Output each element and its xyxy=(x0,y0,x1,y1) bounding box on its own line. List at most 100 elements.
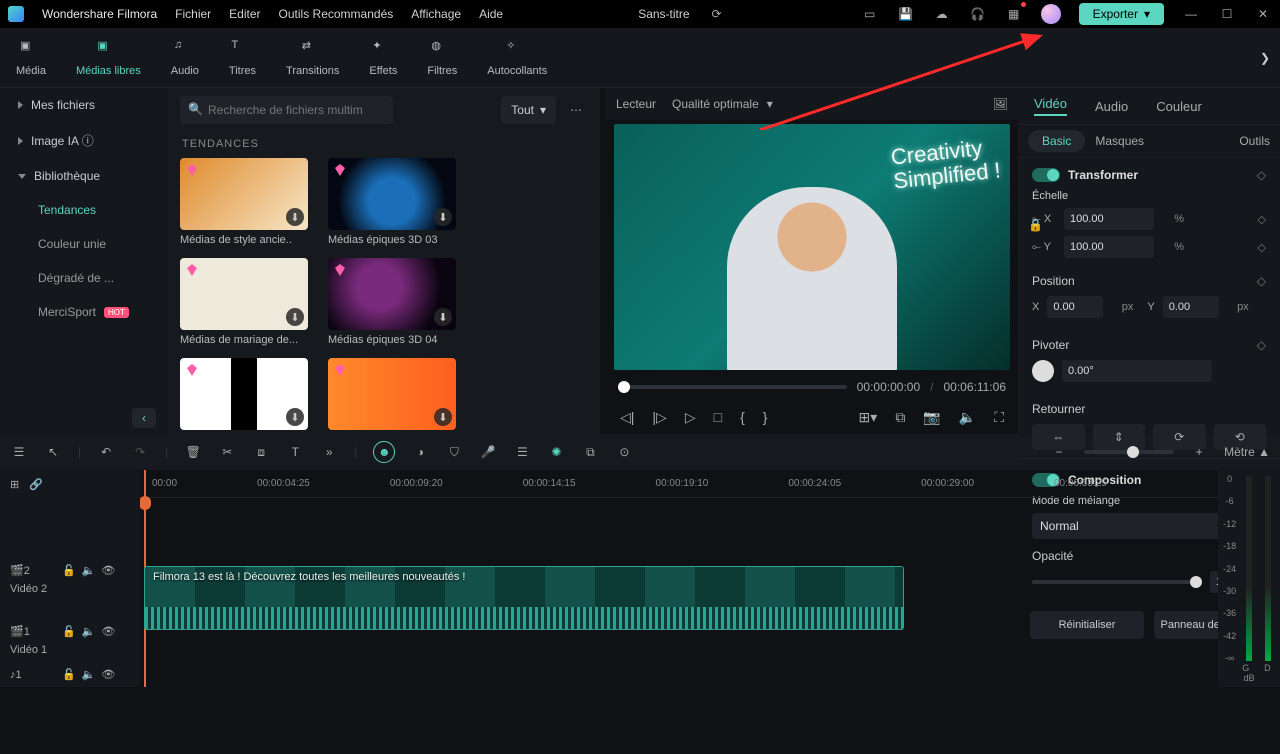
prev-clip-icon[interactable]: ◁| xyxy=(620,409,634,426)
nav-degrade[interactable]: Dégradé de ... xyxy=(0,261,168,295)
zoom-in-icon[interactable]: + xyxy=(1190,443,1208,461)
more-options-icon[interactable]: ⋯ xyxy=(564,98,588,122)
inspector-tab-audio[interactable]: Audio xyxy=(1095,99,1128,114)
apps-icon[interactable]: ▦ xyxy=(1005,5,1023,23)
layout-icon[interactable]: ⊞▾ xyxy=(859,409,878,426)
collapse-sidebar-button[interactable]: ‹ xyxy=(132,408,156,428)
mark-out-icon[interactable]: } xyxy=(763,409,768,425)
cut-icon[interactable]: ✂ xyxy=(218,443,236,461)
keyframe-icon[interactable]: ◇ xyxy=(1257,168,1266,182)
compare-icon[interactable]: ⧉ xyxy=(895,409,905,426)
headphones-icon[interactable]: 🎧 xyxy=(969,5,987,23)
save-icon[interactable]: 💾 xyxy=(897,5,915,23)
flip-vertical-button[interactable]: ⇕ xyxy=(1093,424,1146,450)
undo-icon[interactable]: ↶ xyxy=(97,443,115,461)
mark-in-icon[interactable]: { xyxy=(740,409,745,425)
download-icon[interactable]: ⬇ xyxy=(434,408,452,426)
tab-filtres[interactable]: ◍Filtres xyxy=(421,35,463,81)
keyframe-icon[interactable]: ◇ xyxy=(1258,213,1266,226)
snapshot-icon[interactable]: 📷 xyxy=(923,409,940,426)
avatar[interactable] xyxy=(1041,4,1061,24)
lock-icon[interactable]: 🔓 xyxy=(62,668,76,681)
fullscreen-icon[interactable]: ⛶ xyxy=(994,409,1004,426)
track-v2-icon[interactable]: 🎬2 xyxy=(10,564,56,577)
keyframe-icon[interactable]: ◇ xyxy=(1257,274,1266,288)
media-thumb[interactable]: ⬇Médias de mariage de... xyxy=(180,258,308,346)
media-thumb[interactable]: ⬇ xyxy=(328,358,456,434)
media-thumb[interactable]: ⬇Médias épiques 3D 03 xyxy=(328,158,456,246)
tab-audio[interactable]: ♫Audio xyxy=(165,35,205,81)
menu-outils[interactable]: Outils Recommandés xyxy=(279,7,394,21)
tab-medias-libres[interactable]: ▣Médias libres xyxy=(70,35,147,81)
more-tools-icon[interactable]: » xyxy=(320,443,338,461)
add-track-icon[interactable]: ⊞ xyxy=(10,478,19,491)
bug-icon[interactable]: ✺ xyxy=(547,443,565,461)
crop-icon[interactable]: ⧈ xyxy=(252,443,270,461)
search-input[interactable] xyxy=(180,96,393,124)
scale-y-input[interactable] xyxy=(1064,236,1154,258)
eye-icon[interactable]: 👁 xyxy=(101,564,115,577)
meter-toggle[interactable]: Mètre ▲ xyxy=(1224,445,1270,459)
media-thumb[interactable]: ⬇ xyxy=(180,358,308,434)
inspector-tab-couleur[interactable]: Couleur xyxy=(1156,99,1202,114)
play-icon[interactable]: ▷ xyxy=(685,409,696,426)
nav-couleur-unie[interactable]: Couleur unie xyxy=(0,227,168,261)
menu-affichage[interactable]: Affichage xyxy=(411,7,461,21)
screen-icon[interactable]: ▭ xyxy=(861,5,879,23)
transform-toggle[interactable] xyxy=(1032,168,1060,182)
stop-icon[interactable]: □ xyxy=(714,409,722,425)
tab-media[interactable]: ▣Média xyxy=(10,35,52,81)
download-icon[interactable]: ⬇ xyxy=(434,308,452,326)
lock-icon[interactable]: 🔓 xyxy=(62,625,76,638)
document-title[interactable]: Sans-titre xyxy=(638,7,689,21)
shield-icon[interactable]: ⛉ xyxy=(445,443,463,461)
text-icon[interactable]: T xyxy=(286,443,304,461)
options-icon[interactable]: ☰ xyxy=(10,443,28,461)
eye-icon[interactable]: 👁 xyxy=(101,625,115,638)
nav-mes-fichiers[interactable]: Mes fichiers xyxy=(0,88,168,122)
mute-icon[interactable]: 🔈 xyxy=(82,668,96,681)
export-button[interactable]: Exporter▾ xyxy=(1079,3,1164,25)
zoom-out-icon[interactable]: − xyxy=(1050,443,1068,461)
track-v1-icon[interactable]: 🎬1 xyxy=(10,625,56,638)
mic-icon[interactable]: 🎤 xyxy=(479,443,497,461)
menu-editer[interactable]: Editer xyxy=(229,7,260,21)
inspector-tab-video[interactable]: Vidéo xyxy=(1034,96,1067,116)
delete-icon[interactable]: 🗑 xyxy=(184,443,202,461)
mute-icon[interactable]: 🔈 xyxy=(82,625,96,638)
timeline-clip[interactable]: Filmora 13 est là ! Découvrez toutes les… xyxy=(144,566,904,630)
seek-bar[interactable] xyxy=(618,385,847,389)
rotate-input[interactable] xyxy=(1062,360,1212,382)
snapshot-gallery-icon[interactable]: 🖼 xyxy=(993,97,1008,111)
pos-y-input[interactable] xyxy=(1163,296,1219,318)
filter-dropdown[interactable]: Tout▾ xyxy=(501,96,556,124)
ai-button[interactable]: ☻ xyxy=(373,441,395,463)
keyframe-icon[interactable]: ◇ xyxy=(1257,338,1266,352)
volume-icon[interactable]: 🔈 xyxy=(959,409,976,426)
tab-titres[interactable]: TTitres xyxy=(223,35,262,81)
track-a1-icon[interactable]: ♪1 xyxy=(10,669,56,681)
nav-image-ia[interactable]: Image IA ⓘ xyxy=(0,122,168,159)
download-icon[interactable]: ⬇ xyxy=(434,208,452,226)
pos-x-input[interactable] xyxy=(1047,296,1103,318)
download-icon[interactable]: ⬇ xyxy=(286,308,304,326)
nav-bibliotheque[interactable]: Bibliothèque xyxy=(0,159,168,193)
rotate-dial[interactable] xyxy=(1032,360,1054,382)
record-icon[interactable]: ⊙ xyxy=(615,443,633,461)
align-icon[interactable]: ☰ xyxy=(513,443,531,461)
play-stop-icon[interactable]: |▷ xyxy=(652,409,666,426)
redo-icon[interactable]: ↷ xyxy=(131,443,149,461)
subtab-basic[interactable]: Basic xyxy=(1028,130,1085,152)
tab-effets[interactable]: ✦Effets xyxy=(363,35,403,81)
keyframe-icon[interactable]: ◇ xyxy=(1258,241,1266,254)
more-tabs-icon[interactable]: ❯ xyxy=(1260,51,1270,65)
subtab-outils[interactable]: Outils xyxy=(1239,134,1270,148)
nav-mercisport[interactable]: MerciSportHOT xyxy=(0,295,168,329)
lock-icon[interactable]: 🔒 xyxy=(1028,218,1043,232)
media-thumb[interactable]: ⬇Médias de style ancie.. xyxy=(180,158,308,246)
cloud-icon[interactable]: ☁ xyxy=(933,5,951,23)
zoom-slider[interactable] xyxy=(1084,450,1174,454)
media-thumb[interactable]: ⬇Médias épiques 3D 04 xyxy=(328,258,456,346)
minimize-icon[interactable]: — xyxy=(1182,5,1200,23)
menu-fichier[interactable]: Fichier xyxy=(175,7,211,21)
